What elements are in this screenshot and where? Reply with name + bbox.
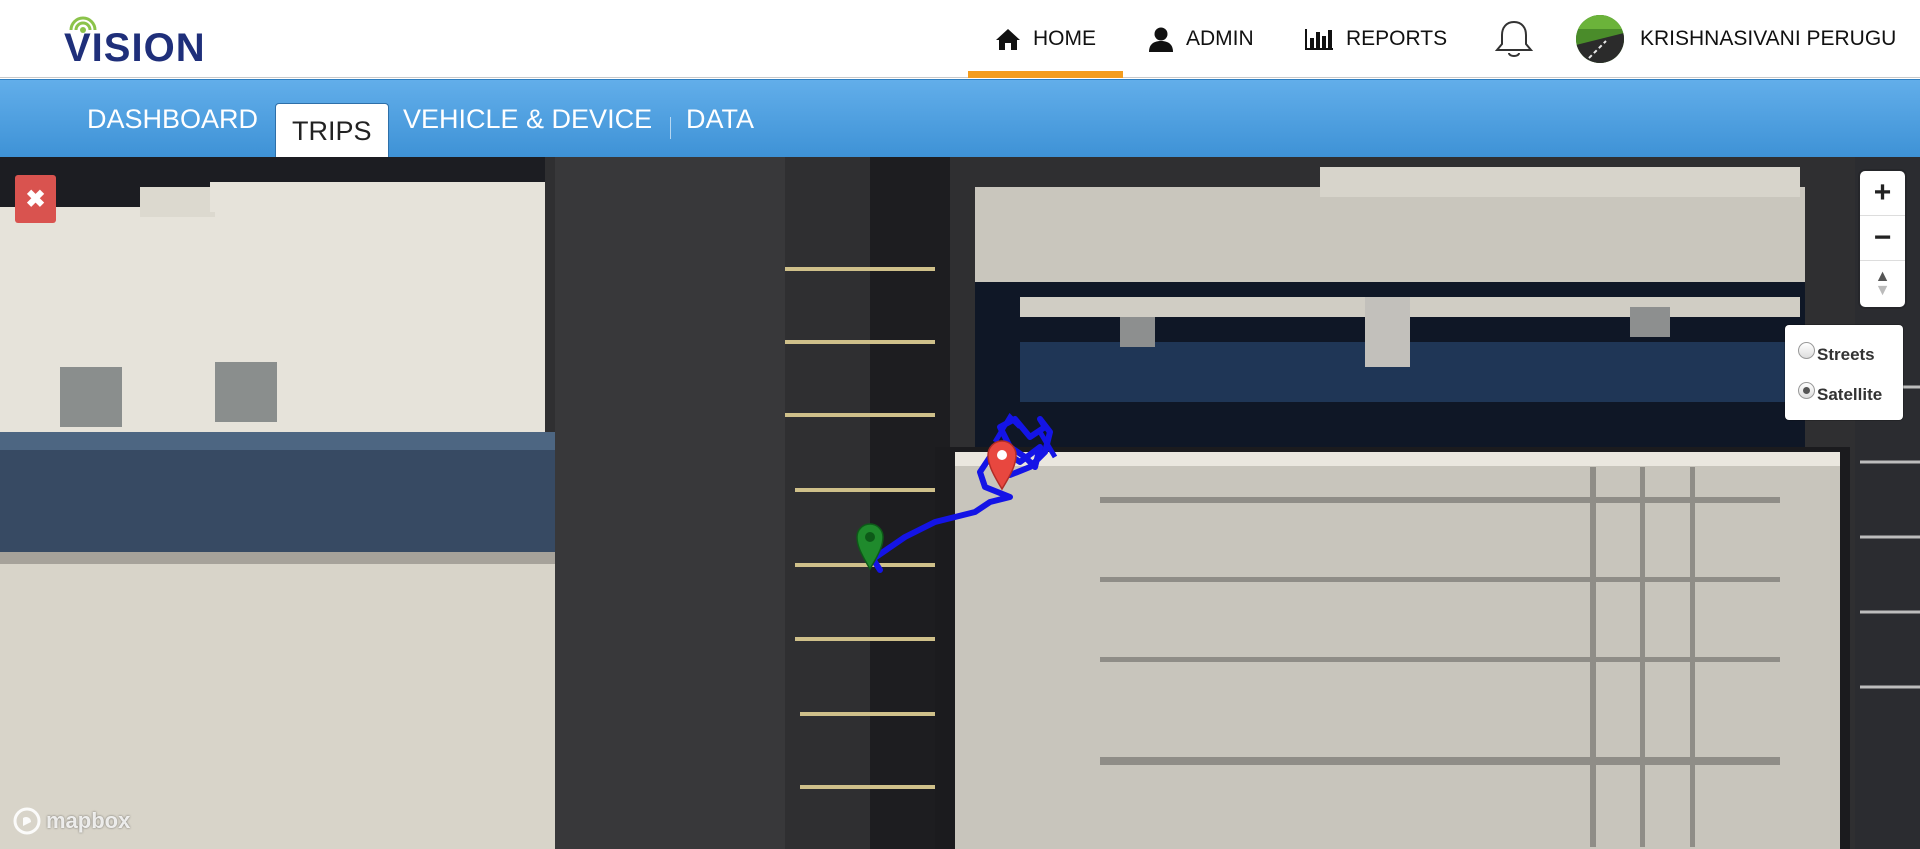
user-icon: [1149, 27, 1173, 52]
tab-divider: [670, 117, 671, 139]
bar-chart-icon: [1305, 29, 1333, 50]
user-name: KRISHNASIVANI PERUGU: [1640, 27, 1897, 50]
tab-data[interactable]: DATA: [686, 80, 754, 158]
sub-navigation: DASHBOARD TRIPS VEHICLE & DEVICE DATA: [0, 79, 1920, 158]
zoom-in-icon: +: [1873, 176, 1892, 209]
compass-south-icon: ▼: [1874, 281, 1891, 299]
layer-option-satellite[interactable]: Satellite: [1798, 375, 1903, 415]
tab-trips[interactable]: TRIPS: [275, 103, 389, 158]
nav-admin-label: ADMIN: [1186, 27, 1254, 50]
map-style-switcher: Streets Satellite: [1785, 325, 1903, 420]
nav-reports-label: REPORTS: [1346, 27, 1448, 50]
satellite-imagery: [0, 157, 1920, 849]
nav-reports[interactable]: REPORTS: [1304, 0, 1447, 78]
streets-radio[interactable]: [1798, 341, 1815, 359]
compass-button[interactable]: ▲ ▼: [1860, 261, 1905, 306]
trip-map[interactable]: ✖ + − ▲ ▼ Streets Satellite mapbox: [0, 157, 1920, 849]
mapbox-wordmark: mapbox: [46, 808, 131, 833]
vision-logo[interactable]: VISION: [64, 12, 244, 70]
nav-admin[interactable]: ADMIN: [1148, 0, 1254, 78]
tab-dashboard[interactable]: DASHBOARD: [87, 80, 258, 158]
zoom-out-button[interactable]: −: [1860, 216, 1905, 261]
user-menu[interactable]: KRISHNASIVANI PERUGU: [1576, 0, 1896, 78]
mapbox-attribution[interactable]: mapbox: [12, 806, 130, 836]
nav-home[interactable]: HOME: [968, 0, 1123, 78]
home-icon: [996, 29, 1020, 50]
close-icon: ✖: [25, 185, 46, 213]
top-header: VISION HOME ADMIN REPORTS KRISHNASIVANI …: [0, 0, 1920, 78]
avatar: [1576, 15, 1624, 63]
map-navigation-control: + − ▲ ▼: [1860, 171, 1905, 307]
nav-home-label: HOME: [1033, 27, 1096, 50]
tab-vehicle-device[interactable]: VEHICLE & DEVICE: [403, 80, 652, 158]
mapbox-logo-icon: [13, 807, 41, 835]
layer-label-satellite: Satellite: [1817, 385, 1883, 404]
satellite-radio[interactable]: [1798, 381, 1815, 399]
close-map-button[interactable]: ✖: [15, 175, 56, 223]
layer-label-streets: Streets: [1817, 345, 1875, 364]
logo-text: VISION: [64, 26, 206, 70]
bell-icon: [1494, 20, 1534, 57]
notifications-button[interactable]: [1492, 0, 1536, 78]
zoom-in-button[interactable]: +: [1860, 171, 1905, 216]
layer-option-streets[interactable]: Streets: [1798, 335, 1903, 375]
active-nav-indicator: [968, 71, 1123, 78]
zoom-out-icon: −: [1873, 221, 1892, 254]
